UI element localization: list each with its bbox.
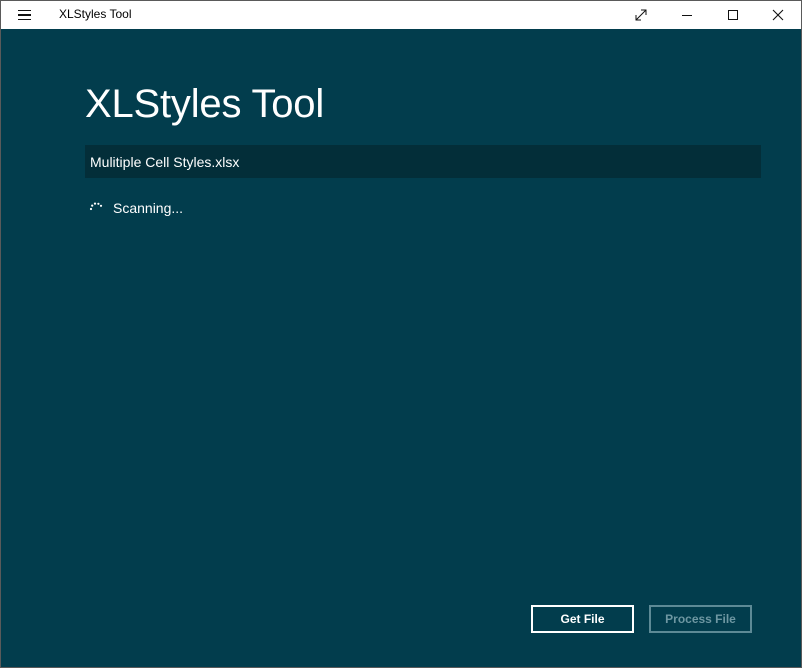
scanning-status: Scanning... [88,199,183,217]
app-window: XLStyles Tool XLStyles Tool Mulitiple Ce… [0,0,802,668]
window-title: XLStyles Tool [59,7,132,21]
minimize-icon [682,15,692,16]
file-name-field: Mulitiple Cell Styles.xlsx [85,145,761,178]
hamburger-menu-icon[interactable] [9,4,39,26]
minimize-button[interactable] [664,1,710,29]
close-button[interactable] [755,1,801,29]
status-text: Scanning... [113,200,184,216]
maximize-button[interactable] [710,1,756,29]
close-icon [772,9,784,21]
get-file-button[interactable]: Get File [531,605,634,633]
main-content: XLStyles Tool Mulitiple Cell Styles.xlsx… [1,29,801,667]
progress-ring-icon [89,202,103,211]
process-file-button[interactable]: Process File [649,605,752,633]
page-title: XLStyles Tool [85,82,325,126]
file-name-text: Mulitiple Cell Styles.xlsx [90,154,240,170]
maximize-icon [728,10,738,20]
title-bar: XLStyles Tool [1,1,801,29]
fullscreen-icon [635,9,647,21]
fullscreen-button[interactable] [618,1,664,29]
